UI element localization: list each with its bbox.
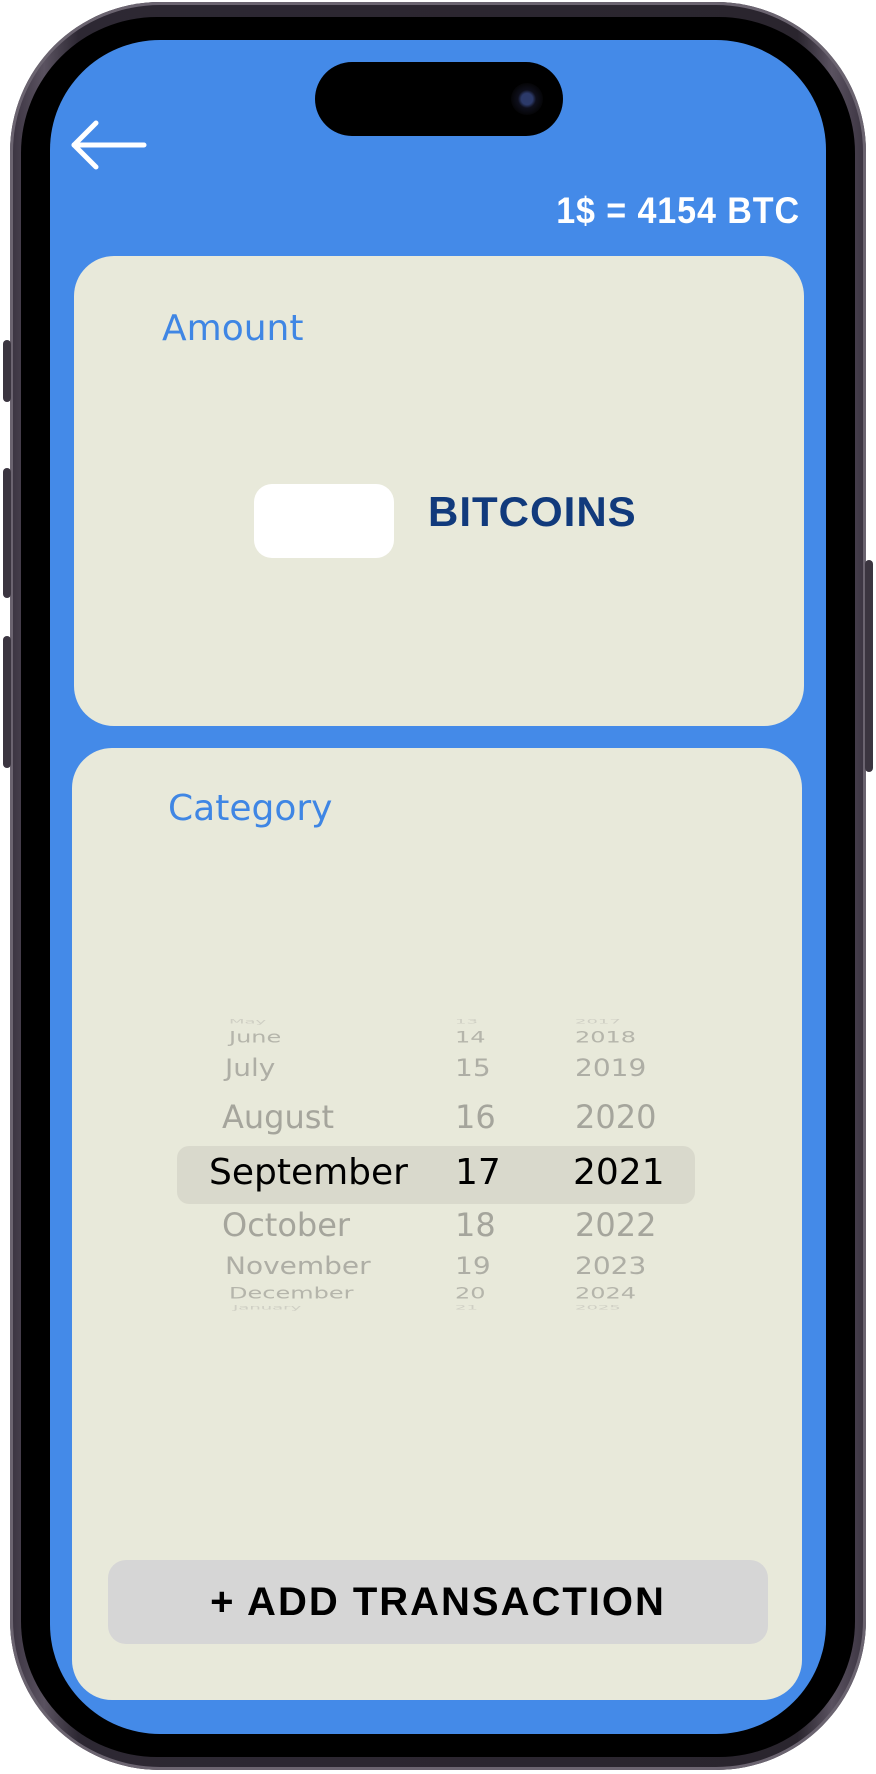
- picker-year-selected: 2021: [573, 1152, 665, 1193]
- picker-month: November: [225, 1252, 371, 1281]
- picker-year: 2022: [575, 1206, 657, 1244]
- picker-year: 2025: [575, 1304, 621, 1312]
- app-screen: 1$ = 4154 BTC Amount BITCOINS Category M…: [50, 40, 826, 1734]
- picker-year: 2017: [575, 1018, 621, 1026]
- arrow-left-icon: [71, 120, 147, 170]
- picker-month-selected: September: [209, 1152, 408, 1193]
- day-wheel[interactable]: 13 14 15 16 17 18 19 20 21: [447, 1018, 547, 1318]
- silent-switch: [3, 340, 11, 402]
- picker-day: 15: [455, 1054, 491, 1083]
- picker-month: July: [225, 1054, 276, 1083]
- date-picker[interactable]: May June July August September October N…: [177, 1018, 697, 1318]
- dynamic-island: [315, 62, 563, 136]
- picker-year: 2023: [575, 1252, 647, 1281]
- picker-year: 2019: [575, 1054, 647, 1083]
- category-label: Category: [168, 788, 333, 829]
- power-button: [865, 560, 873, 772]
- volume-up-button: [3, 468, 11, 598]
- picker-month: May: [229, 1018, 267, 1026]
- unit-label: BITCOINS: [428, 488, 637, 535]
- picker-day: 16: [455, 1098, 496, 1136]
- month-wheel[interactable]: May June July August September October N…: [177, 1018, 447, 1318]
- picker-day: 14: [455, 1028, 486, 1047]
- picker-day: 20: [455, 1284, 486, 1303]
- volume-down-button: [3, 636, 11, 768]
- picker-year: 2024: [575, 1284, 637, 1303]
- picker-day: 13: [455, 1018, 478, 1026]
- add-transaction-button[interactable]: + ADD TRANSACTION: [108, 1560, 768, 1644]
- picker-day-selected: 17: [455, 1152, 501, 1193]
- picker-day: 19: [455, 1252, 491, 1281]
- camera-icon: [511, 83, 543, 115]
- back-button[interactable]: [68, 118, 148, 172]
- picker-day: 21: [455, 1304, 478, 1312]
- amount-input[interactable]: [254, 484, 394, 558]
- amount-card: Amount BITCOINS: [74, 256, 804, 726]
- year-wheel[interactable]: 2017 2018 2019 2020 2021 2022 2023 2024 …: [547, 1018, 697, 1318]
- picker-year: 2018: [575, 1028, 637, 1047]
- picker-month: October: [222, 1206, 351, 1244]
- exchange-rate: 1$ = 4154 BTC: [556, 190, 800, 231]
- picker-month: December: [229, 1284, 354, 1303]
- picker-day: 18: [455, 1206, 496, 1244]
- picker-year: 2020: [575, 1098, 657, 1136]
- picker-month: January: [233, 1304, 302, 1312]
- picker-month: June: [229, 1028, 282, 1047]
- category-card: Category May June July August September …: [72, 748, 802, 1700]
- picker-month: August: [222, 1098, 334, 1136]
- amount-label: Amount: [162, 308, 304, 349]
